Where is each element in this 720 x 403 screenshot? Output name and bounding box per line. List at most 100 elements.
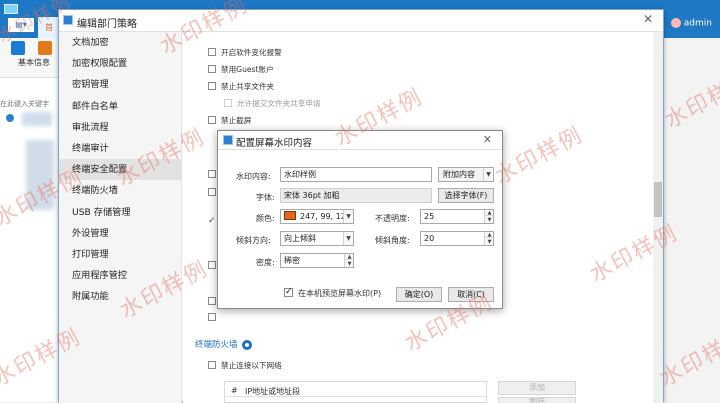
toolbar-basic-info[interactable]: 基本信息 xyxy=(0,38,50,78)
option-disable-guest[interactable]: 禁用Guest账户 xyxy=(208,64,274,76)
app-menu-button[interactable]: ▤▾ xyxy=(8,18,34,32)
policy-dialog-title: 编辑部门策略 xyxy=(77,19,137,30)
tab-home[interactable]: 首 xyxy=(38,17,60,38)
add-button[interactable]: 添加 xyxy=(498,381,576,395)
close-icon[interactable]: ✕ xyxy=(483,133,492,146)
watermark-dialog-title: 配置屏幕水印内容 xyxy=(236,138,313,149)
category-item[interactable]: 文档加密 xyxy=(59,32,181,53)
option-allow-share-request[interactable]: 允许提交文件夹共享申请 xyxy=(224,98,321,110)
attach-content-dropdown[interactable]: 附加内容 ▼ xyxy=(438,167,494,182)
chevron-down-icon: ▼ xyxy=(483,168,493,181)
color-label: 颜色: xyxy=(256,214,275,223)
checkbox[interactable] xyxy=(224,99,232,107)
spinner-up-icon[interactable]: ▲ xyxy=(345,254,353,260)
user-icon xyxy=(6,113,14,122)
checkbox[interactable] xyxy=(208,82,216,90)
ok-button[interactable]: 确定(O) xyxy=(396,287,442,302)
delete-button[interactable]: 删除 xyxy=(498,397,576,403)
opacity-spinner[interactable]: 25 ▲ ▼ xyxy=(420,209,494,224)
content-label: 水印内容: xyxy=(236,172,271,181)
spinner-up-icon[interactable]: ▲ xyxy=(485,210,493,216)
spinner-buttons[interactable]: ▲ ▼ xyxy=(484,210,493,223)
tilt-angle-label: 倾斜角度: xyxy=(375,236,410,245)
user-name: admin xyxy=(683,18,712,29)
watermark-content-input[interactable] xyxy=(280,167,432,182)
option-block-networks[interactable]: 禁止连接以下网络 xyxy=(208,360,282,372)
check-mark-icon[interactable]: ✓ xyxy=(208,216,216,226)
category-item[interactable]: 终端审计 xyxy=(59,138,181,159)
option-label: 禁止共享文件夹 xyxy=(221,82,275,91)
category-item[interactable]: 加密权限配置 xyxy=(59,53,181,74)
user-avatar-icon xyxy=(670,18,681,28)
check-mark-icon: ✓ xyxy=(285,287,293,297)
checkbox[interactable] xyxy=(208,313,216,321)
tilt-angle-value: 20 xyxy=(424,234,435,243)
option-disable-share[interactable]: 禁止共享文件夹 xyxy=(208,81,274,93)
preview-checkbox[interactable]: ✓ xyxy=(284,287,293,297)
category-item[interactable]: 打印管理 xyxy=(59,244,181,265)
vertical-scrollbar[interactable] xyxy=(653,32,663,403)
checkbox[interactable] xyxy=(208,48,216,56)
policy-icon xyxy=(38,41,52,55)
option-label: 禁用Guest账户 xyxy=(221,65,274,74)
color-picker[interactable]: 247, 99, 12 ▼ xyxy=(280,209,354,224)
category-item[interactable]: 邮件白名单 xyxy=(59,96,181,117)
color-value: 247, 99, 12 xyxy=(300,212,346,221)
checkbox[interactable] xyxy=(208,116,216,124)
density-label: 密度: xyxy=(256,258,275,267)
spinner-down-icon[interactable]: ▼ xyxy=(485,217,493,223)
close-icon[interactable]: ✕ xyxy=(643,12,653,26)
category-item[interactable]: 应用程序管控 xyxy=(59,265,181,286)
scrollbar-thumb[interactable] xyxy=(654,182,662,217)
spinner-buttons[interactable]: ▲ ▼ xyxy=(344,254,353,267)
user-menu[interactable]: admin xyxy=(670,18,712,29)
checkbox[interactable] xyxy=(208,188,216,196)
checkbox[interactable] xyxy=(208,297,216,305)
firewall-section-label: 终端防火墙 xyxy=(195,340,238,350)
density-value: 稀密 xyxy=(284,256,300,265)
ip-table: # IP地址或地址段 xyxy=(224,381,487,403)
tilt-direction-label: 倾斜方向: xyxy=(236,236,271,245)
policy-dialog-titlebar: 编辑部门策略 ✕ xyxy=(59,10,663,32)
toolbar-policy[interactable] xyxy=(32,38,58,78)
info-icon xyxy=(11,41,25,55)
option-disable-screenshot[interactable]: 禁止截屏 xyxy=(208,115,251,127)
category-item[interactable]: 审批流程 xyxy=(59,117,181,138)
category-list: 文档加密 加密权限配置 密钥管理 邮件白名单 审批流程 终端审计 终端安全配置 … xyxy=(59,32,182,403)
table-header-divider xyxy=(225,396,486,397)
cancel-button[interactable]: 取消(C) xyxy=(448,287,494,302)
spinner-down-icon[interactable]: ▼ xyxy=(485,239,493,245)
checkbox[interactable] xyxy=(208,65,216,73)
spinner-buttons[interactable]: ▲ ▼ xyxy=(484,232,493,245)
option-software-change[interactable]: 开启软件变化报警 xyxy=(208,47,282,59)
tilt-angle-spinner[interactable]: 20 ▲ ▼ xyxy=(420,231,494,246)
density-spinner[interactable]: 稀密 ▲ ▼ xyxy=(280,253,354,268)
checkbox[interactable] xyxy=(208,361,216,369)
category-item-active[interactable]: 终端安全配置 xyxy=(59,159,181,181)
blurred-tree-item xyxy=(22,112,52,126)
tilt-direction-value: 向上倾斜 xyxy=(284,234,316,243)
app-logo-icon xyxy=(4,4,18,14)
search-input[interactable] xyxy=(0,98,60,110)
table-header-index: # xyxy=(231,386,238,395)
preview-checkbox-row[interactable]: ✓ 在本机预览屏幕水印(P) xyxy=(284,287,382,299)
dialog-icon xyxy=(63,15,73,25)
font-display: 宋体 36pt 加粗 xyxy=(280,188,432,203)
category-item[interactable]: 终端防火墙 xyxy=(59,180,181,201)
checkbox[interactable] xyxy=(208,261,216,269)
app-right-strip xyxy=(660,38,720,402)
category-item[interactable]: 外设管理 xyxy=(59,223,181,244)
spinner-down-icon[interactable]: ▼ xyxy=(345,261,353,267)
category-item[interactable]: 密钥管理 xyxy=(59,74,181,95)
checkbox[interactable] xyxy=(208,170,216,178)
choose-font-button[interactable]: 选择字体(F) xyxy=(438,188,494,203)
category-item[interactable]: 附属功能 xyxy=(59,286,181,307)
tilt-direction-select[interactable]: 向上倾斜 ▼ xyxy=(280,231,354,246)
attach-content-label: 附加内容 xyxy=(443,170,475,179)
spinner-up-icon[interactable]: ▲ xyxy=(485,232,493,238)
preview-label: 在本机预览屏幕水印(P) xyxy=(298,289,382,298)
category-item[interactable]: USB 存储管理 xyxy=(59,202,181,223)
gear-icon[interactable] xyxy=(241,339,252,350)
blurred-tree-items xyxy=(26,140,54,210)
option-label: 开启软件变化报警 xyxy=(221,48,282,57)
